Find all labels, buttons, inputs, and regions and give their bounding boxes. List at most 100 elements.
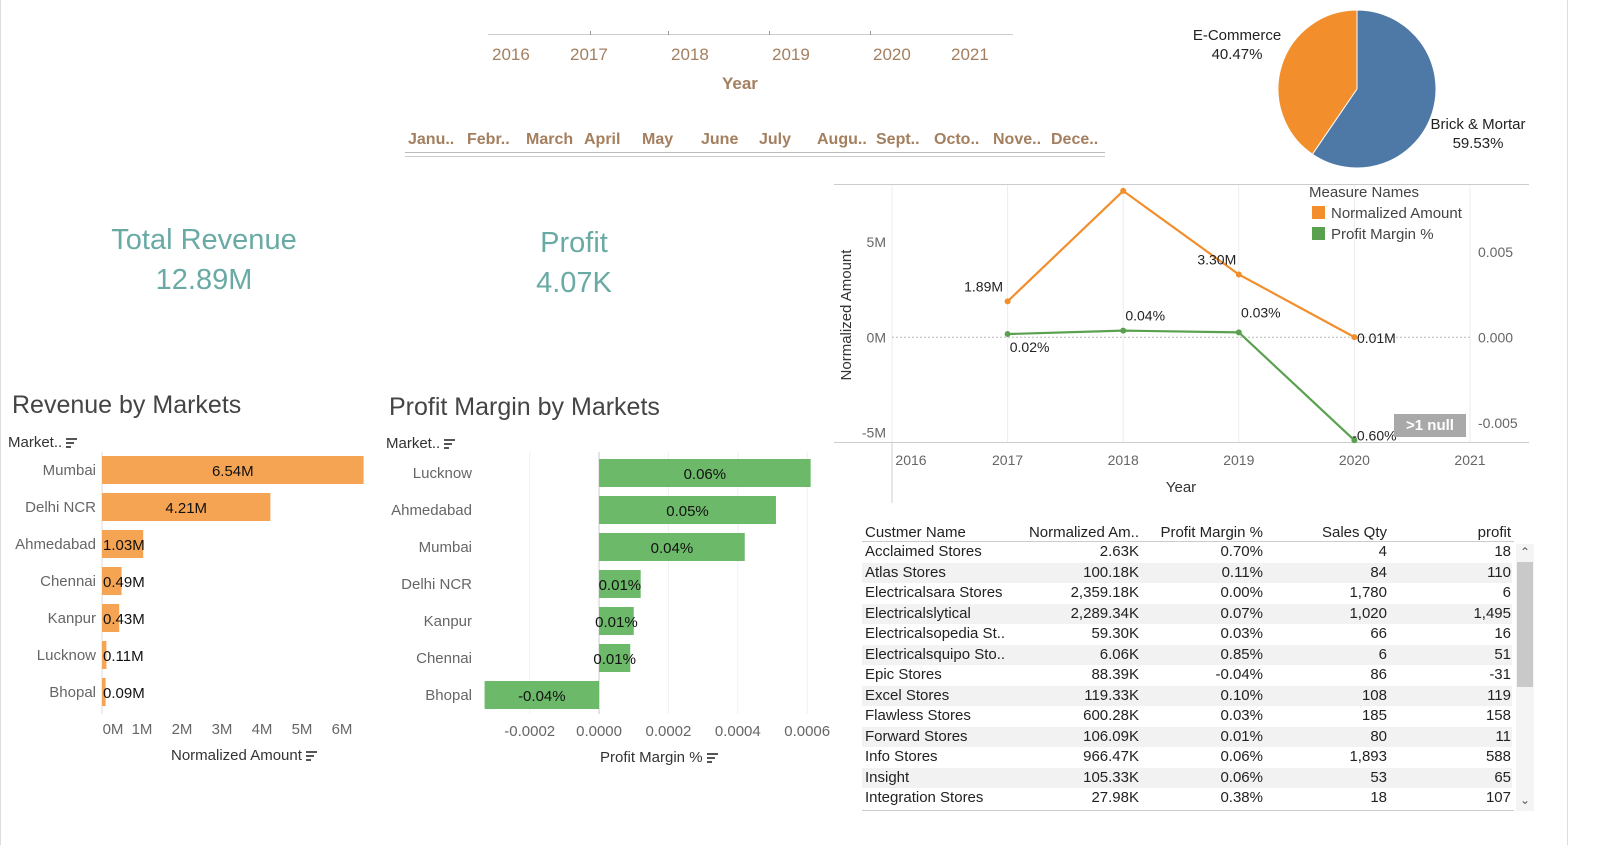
normalized-amount-label: 3.30M: [1197, 251, 1236, 267]
table-column-header[interactable]: Custmer Name: [862, 524, 1019, 542]
table-row[interactable]: Forward Stores 106.09K 0.01% 80 11: [862, 726, 1512, 747]
table-row[interactable]: Integration Stores 27.98K 0.38% 18 107: [862, 788, 1512, 809]
table-row[interactable]: Flawless Stores 600.28K 0.03% 185 158: [862, 706, 1512, 727]
table-row[interactable]: Electricalslytical 2,289.34K 0.07% 1,020 1,4…: [862, 603, 1512, 624]
revenue-x-tick: 3M: [212, 721, 233, 738]
revenue-bar-label: 0.49M: [103, 574, 145, 591]
legend-item-profit-margin[interactable]: Profit Margin %: [1312, 226, 1434, 243]
table-column-header[interactable]: Normalized Am..: [1019, 524, 1139, 542]
month-filter-item[interactable]: Dece..: [1051, 131, 1098, 149]
table-cell: 65: [1494, 768, 1511, 786]
legend-item-normalized-amount[interactable]: Normalized Amount: [1312, 205, 1462, 222]
table-cell: 66: [1370, 625, 1387, 642]
kpi-revenue-value: 12.89M: [155, 264, 253, 296]
profit-margin-bar-label: 0.01%: [599, 577, 642, 594]
revenue-markets-dim-header[interactable]: Market..: [8, 434, 78, 451]
profit-margin-point[interactable]: [1235, 329, 1242, 336]
table-cell: 86: [1370, 666, 1387, 683]
table-row[interactable]: Atlas Stores 100.18K 0.11% 84 110: [862, 562, 1512, 583]
year-filter-item[interactable]: 2019: [772, 45, 810, 65]
month-filter-item[interactable]: Febr..: [467, 131, 510, 149]
table-column-header[interactable]: Sales Qty: [1263, 524, 1387, 542]
customer-name-cell: Flawless Stores: [865, 707, 971, 724]
table-cell: 80: [1370, 727, 1387, 745]
table-cell: 88.39K: [1091, 666, 1139, 683]
kpi-revenue-title: Total Revenue: [111, 224, 297, 256]
table-row[interactable]: Electricalsara Stores 2,359.18K 0.00% 1,780…: [862, 583, 1512, 604]
table-cell: 105.33K: [1083, 768, 1139, 786]
market-label: Chennai: [40, 573, 96, 590]
trend-xlabel: Year: [1166, 479, 1196, 496]
year-filter-item[interactable]: 2018: [671, 45, 709, 65]
year-filter-item[interactable]: 2017: [570, 45, 608, 65]
table-cell: 18: [1494, 543, 1511, 560]
month-filter-item[interactable]: Augu..: [817, 131, 867, 149]
revenue-bar-label: 0.43M: [103, 611, 145, 628]
customer-name-cell: Info Stores: [865, 748, 938, 765]
sort-icon[interactable]: [306, 749, 318, 763]
table-cell: 2,289.34K: [1070, 604, 1139, 622]
table-row[interactable]: Acclaimed Stores 2.63K 0.70% 4 18: [862, 542, 1512, 563]
customer-name-cell: Electricalsquipo Sto..: [865, 645, 1006, 663]
month-filter-item[interactable]: Sept..: [876, 131, 920, 149]
profit-margin-bar-chart: Lucknow 0.06% Ahmedabad 0.05% Mumbai 0.04% Del…: [391, 452, 830, 740]
normalized-amount-point[interactable]: [1235, 271, 1242, 278]
month-filter-item[interactable]: May: [642, 131, 673, 149]
profit-markets-xlabel[interactable]: Profit Margin %: [600, 749, 718, 766]
revenue-markets-xlabel[interactable]: Normalized Amount: [171, 747, 318, 764]
market-label: Ahmedabad: [391, 502, 472, 519]
sort-icon[interactable]: [444, 437, 456, 451]
table-cell: 588: [1485, 748, 1511, 765]
profit-markets-dim-header[interactable]: Market..: [386, 435, 456, 452]
legend-swatch-green: [1312, 227, 1325, 240]
null-indicator-badge[interactable]: >1 null: [1394, 414, 1466, 437]
table-row[interactable]: Electricalsquipo Sto.. 6.06K 0.85% 6 51: [862, 644, 1512, 665]
month-filter-item[interactable]: July: [759, 131, 791, 149]
normalized-amount-point[interactable]: [1120, 187, 1127, 194]
year-filter-header: Year: [722, 74, 758, 93]
revenue-x-tick: 2M: [172, 721, 193, 738]
month-filter-item[interactable]: Nove..: [993, 131, 1041, 149]
scroll-up-icon[interactable]: ⌃: [1516, 544, 1534, 560]
dim-header-label: Market..: [8, 434, 63, 451]
trend-x-tick: 2019: [1223, 452, 1254, 468]
month-filter-item[interactable]: June: [701, 131, 738, 149]
table-row[interactable]: Insight 105.33K 0.06% 53 65: [862, 767, 1512, 788]
trend-left-tick: -5M: [862, 424, 886, 440]
table-row[interactable]: Excel Stores 119.33K 0.10% 108 119: [862, 685, 1512, 706]
profit-margin-point[interactable]: [1120, 327, 1127, 334]
sort-icon[interactable]: [706, 751, 718, 765]
table-cell: 0.00%: [1220, 584, 1263, 601]
scroll-down-icon[interactable]: ⌄: [1516, 792, 1534, 808]
year-filter-tick: [870, 31, 871, 35]
trend-right-tick: -0.005: [1478, 415, 1518, 431]
table-row[interactable]: Electricalsopedia St.. 59.30K 0.03% 66 16: [862, 624, 1512, 645]
pm-x-tick: 0.0000: [576, 723, 622, 740]
profit-margin-point[interactable]: [1004, 331, 1011, 338]
month-filter-item[interactable]: Janu..: [408, 131, 454, 149]
year-filter-item[interactable]: 2016: [492, 45, 530, 65]
table-cell: 11: [1495, 727, 1511, 745]
market-label: Delhi NCR: [401, 576, 472, 593]
month-filter-item[interactable]: March: [526, 131, 573, 149]
sort-icon[interactable]: [66, 436, 78, 450]
year-filter-item[interactable]: 2020: [873, 45, 911, 65]
table-column-header[interactable]: profit: [1387, 524, 1511, 542]
table-cell: 1,893: [1349, 748, 1387, 765]
table-scrollbar-thumb[interactable]: [1517, 562, 1533, 687]
trend-left-tick: 5M: [867, 234, 886, 250]
table-row[interactable]: Epic Stores 88.39K -0.04% 86 -31: [862, 665, 1512, 686]
market-label: Lucknow: [413, 465, 472, 482]
month-filter-item[interactable]: April: [584, 131, 620, 149]
year-filter-item[interactable]: 2021: [951, 45, 989, 65]
month-filter-item[interactable]: Octo..: [934, 131, 979, 149]
table-cell: 0.06%: [1220, 748, 1263, 765]
table-cell: 110: [1487, 563, 1511, 581]
table-cell: 600.28K: [1083, 707, 1139, 724]
table-row[interactable]: Info Stores 966.47K 0.06% 1,893 588: [862, 747, 1512, 768]
table-column-header[interactable]: Profit Margin %: [1139, 524, 1263, 542]
customer-name-cell: Electricalsara Stores: [865, 584, 1003, 601]
pm-x-tick: -0.0002: [504, 723, 555, 740]
legend-label: Profit Margin %: [1331, 226, 1434, 243]
normalized-amount-point[interactable]: [1004, 298, 1011, 305]
